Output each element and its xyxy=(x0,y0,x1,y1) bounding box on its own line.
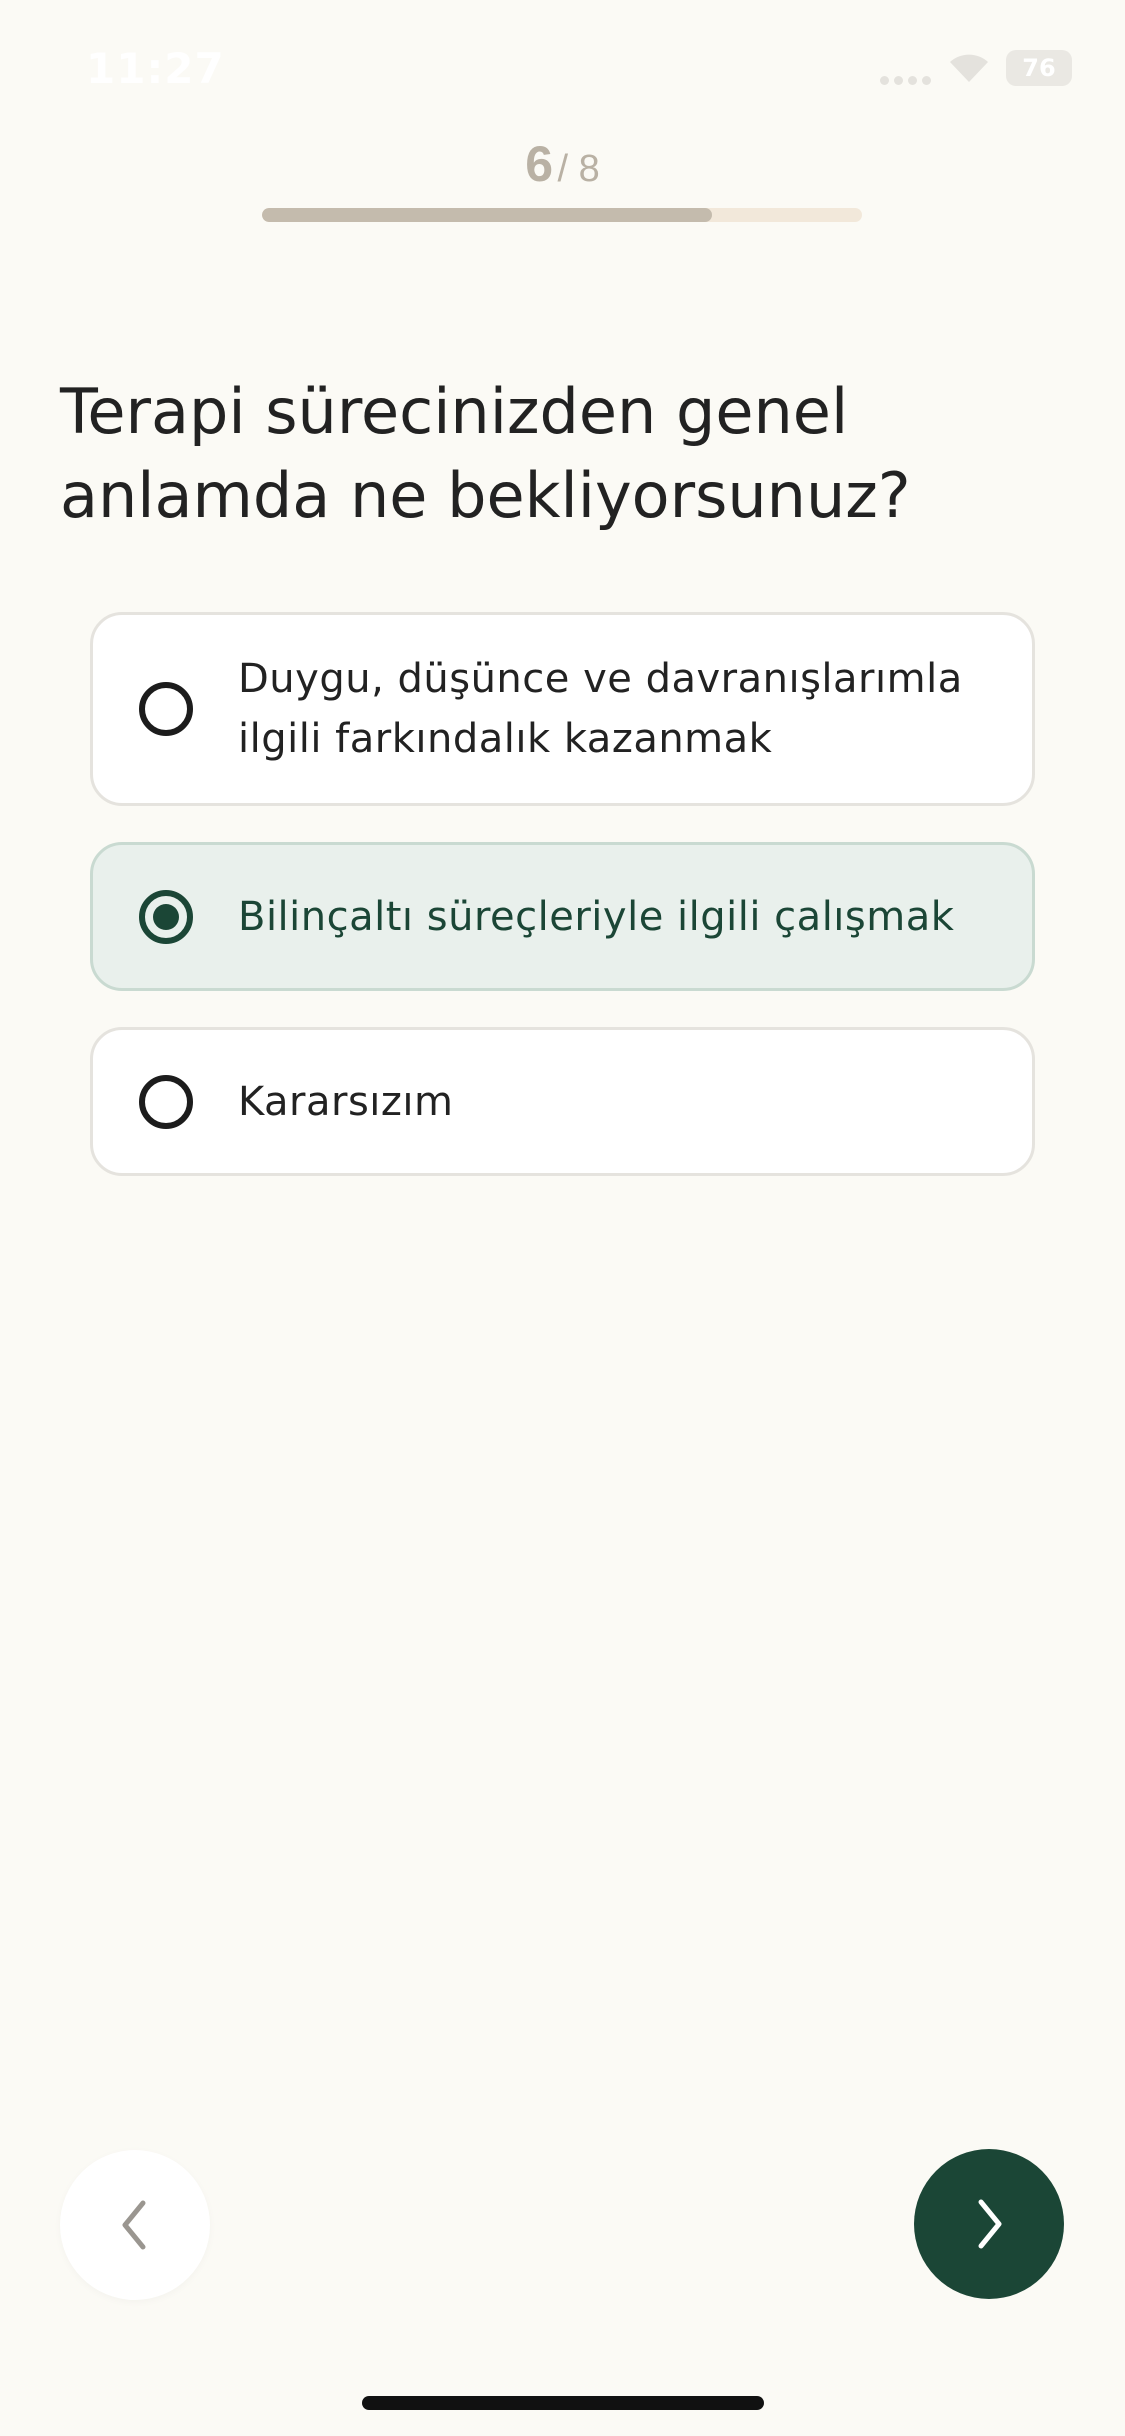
home-indicator xyxy=(362,2396,764,2410)
status-time: 11:27 xyxy=(86,44,225,93)
progress-bar xyxy=(262,208,862,222)
wifi-icon xyxy=(950,54,988,82)
radio-selected-icon[interactable] xyxy=(139,889,193,944)
progress-total-steps: / 8 xyxy=(557,148,600,190)
chevron-left-icon xyxy=(122,2200,146,2250)
radio-unselected-icon[interactable] xyxy=(139,682,193,736)
progress-bar-fill xyxy=(262,208,712,222)
radio-unselected-icon[interactable] xyxy=(139,1074,193,1129)
option-subconscious[interactable]: Bilinçaltı süreçleriyle ilgili çalışmak xyxy=(90,842,1035,991)
answer-options: Duygu, düşünce ve davranışlarımla ilgili… xyxy=(90,612,1035,1212)
progress-counter: 6 / 8 xyxy=(0,135,1125,193)
option-label: Kararsızım xyxy=(238,1078,454,1125)
option-awareness[interactable]: Duygu, düşünce ve davranışlarımla ilgili… xyxy=(90,612,1035,806)
option-undecided[interactable]: Kararsızım xyxy=(90,1027,1035,1176)
option-label: Duygu, düşünce ve davranışlarımla ilgili… xyxy=(238,656,963,762)
chevron-right-icon xyxy=(978,2199,1002,2249)
battery-icon: 76 xyxy=(1006,50,1072,86)
next-button[interactable] xyxy=(914,2149,1064,2299)
signal-icon xyxy=(880,74,936,86)
battery-level: 76 xyxy=(1022,54,1056,82)
question-title: Terapi sürecinizden genel anlamda ne bek… xyxy=(60,375,911,532)
radio-dot xyxy=(153,903,179,930)
back-button[interactable] xyxy=(60,2150,210,2300)
status-bar: 11:27 76 xyxy=(0,0,1125,130)
option-label: Bilinçaltı süreçleriyle ilgili çalışmak xyxy=(238,893,955,940)
progress-current-step: 6 xyxy=(525,136,554,192)
onboarding-question-screen: 11:27 76 6 / 8 Terapi sürecinizden genel… xyxy=(0,0,1125,2436)
